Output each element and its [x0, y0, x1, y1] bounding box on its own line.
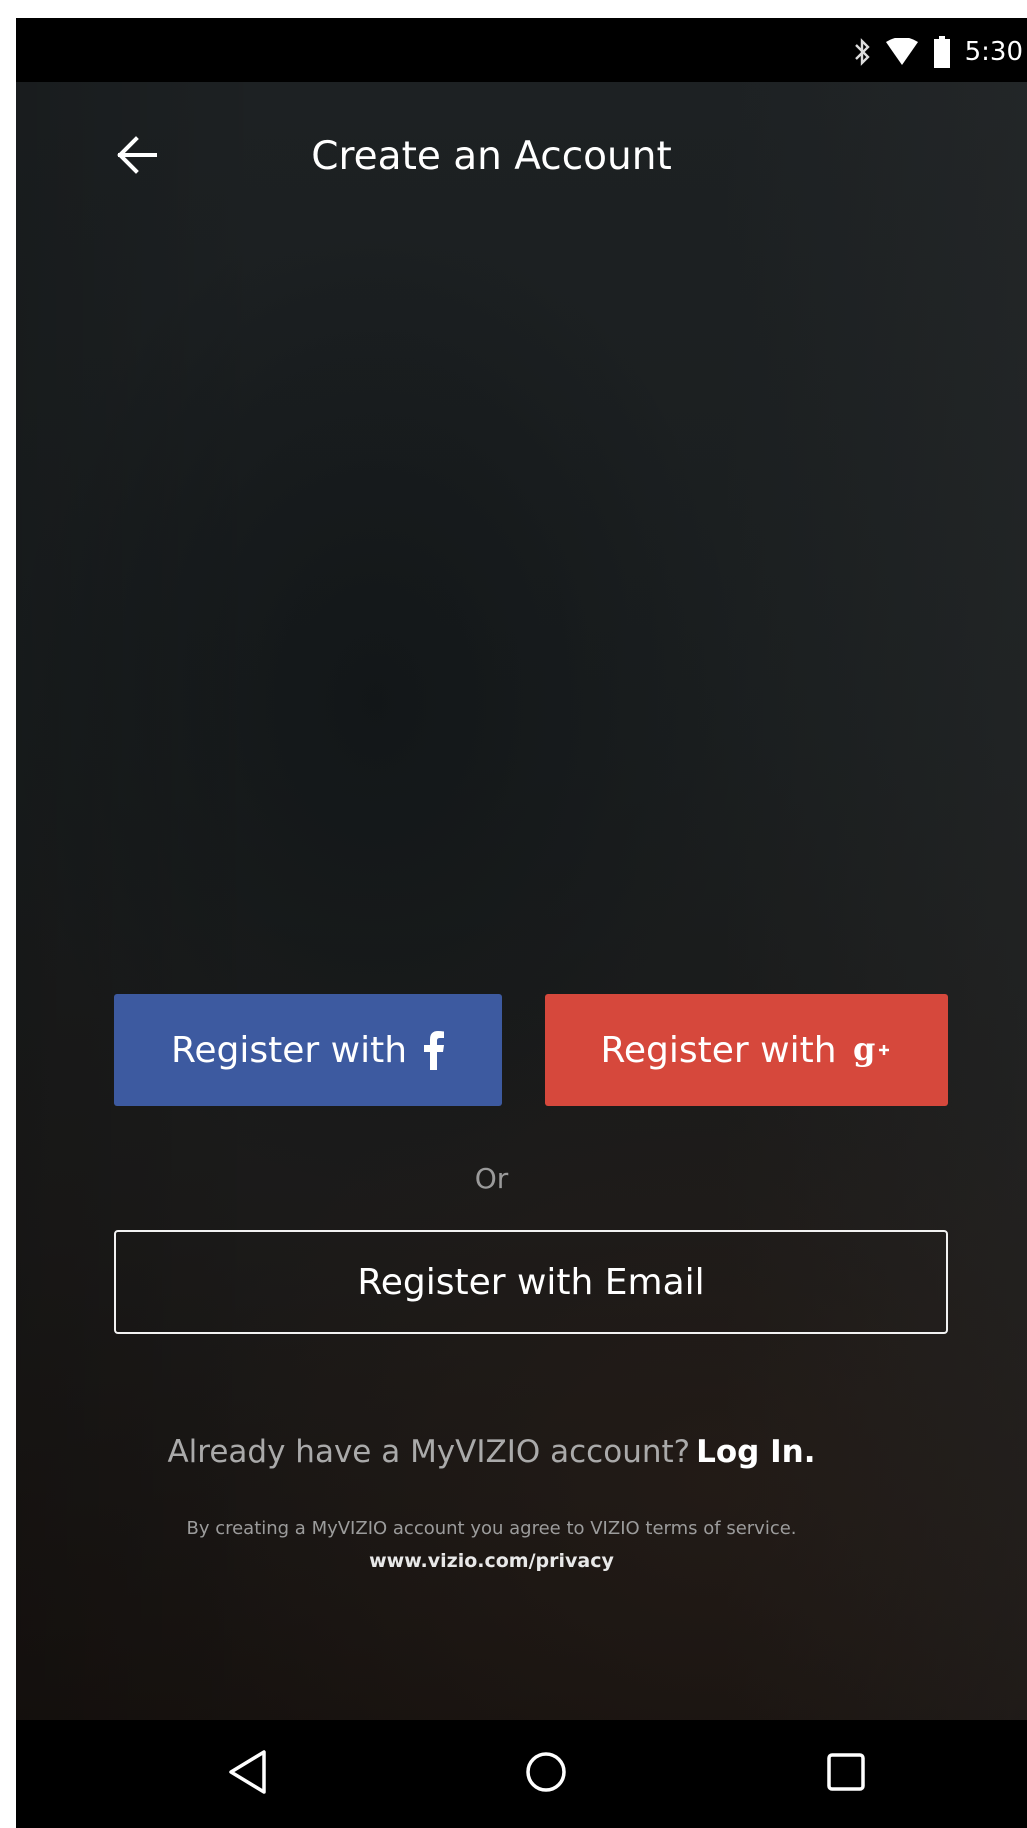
- nav-home-button[interactable]: [512, 1740, 580, 1808]
- navigation-bar: [16, 1720, 1027, 1828]
- login-prompt-line: Already have a MyVIZIO account? Log In.: [16, 1434, 1027, 1470]
- status-icons: 5:30: [853, 36, 1023, 68]
- or-separator: Or: [474, 1162, 509, 1195]
- register-email-button[interactable]: Register with Email: [114, 1230, 948, 1334]
- battery-icon: [933, 36, 951, 68]
- page-title: Create an Account: [311, 134, 672, 179]
- nav-back-button[interactable]: [214, 1740, 282, 1808]
- nav-home-icon: [524, 1750, 568, 1798]
- terms-text: By creating a MyVIZIO account you agree …: [186, 1518, 797, 1539]
- privacy-link[interactable]: www.vizio.com/privacy: [16, 1550, 1027, 1572]
- app-content: Create an Account Register with Register…: [16, 82, 1027, 1720]
- phone-screen: 5:30 Create an Account Register with Reg…: [16, 18, 1027, 1828]
- login-prompt: Already have a MyVIZIO account?: [167, 1434, 691, 1470]
- facebook-icon: [423, 1030, 445, 1070]
- status-bar: 5:30: [16, 18, 1027, 82]
- google-plus-icon: g: [853, 1030, 893, 1070]
- nav-recent-apps-icon: [824, 1750, 868, 1798]
- wifi-icon: [885, 38, 919, 66]
- svg-text:g: g: [853, 1030, 875, 1068]
- login-link[interactable]: Log In.: [696, 1434, 815, 1470]
- bluetooth-icon: [853, 37, 871, 67]
- register-facebook-button[interactable]: Register with: [114, 994, 502, 1106]
- nav-back-icon: [226, 1748, 270, 1800]
- register-facebook-label: Register with: [170, 1029, 408, 1071]
- status-time: 5:30: [964, 37, 1023, 67]
- register-google-button[interactable]: Register with g: [545, 994, 948, 1106]
- register-google-label: Register with: [600, 1029, 837, 1071]
- nav-recent-apps-button[interactable]: [812, 1740, 880, 1808]
- register-email-label: Register with Email: [357, 1261, 705, 1303]
